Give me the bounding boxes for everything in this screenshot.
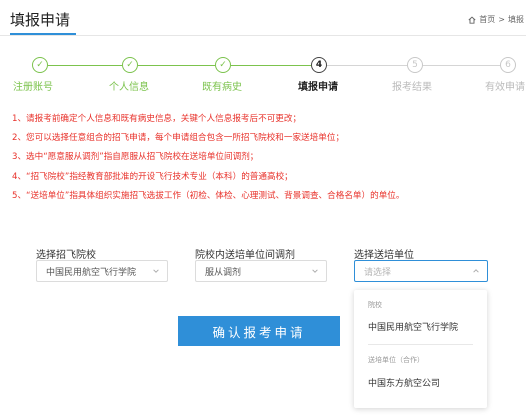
step-connector xyxy=(48,65,122,66)
notice-item: 1、请报考前确定个人信息和既有病史信息，关键个人信息报考后不可更改； xyxy=(12,114,302,124)
step-1-label: 注册账号 xyxy=(13,82,53,93)
title-underline xyxy=(10,33,76,35)
chevron-down-icon xyxy=(153,269,159,273)
home-icon[interactable] xyxy=(468,16,476,24)
step-4-label: 填报申请 xyxy=(298,82,338,93)
dropdown-group-label: 送培单位（合作） xyxy=(368,356,424,364)
step-5-label: 报考结果 xyxy=(392,82,432,93)
progress-steps: ✓ ✓ ✓ 4 5 6 注册账号 个人信息 既有病史 填报申请 报考结果 有效申… xyxy=(0,56,526,96)
breadcrumb: 首页 > 填报 xyxy=(468,14,524,25)
school-select-value: 中国民用航空飞行学院 xyxy=(46,267,137,278)
step-5-circle: 5 xyxy=(407,57,423,73)
unit-label: 选择送培单位 xyxy=(354,250,414,261)
adjust-select-value: 服从调剂 xyxy=(205,267,242,278)
breadcrumb-current: 填报 xyxy=(508,15,524,24)
step-connector xyxy=(231,65,311,66)
chevron-up-icon xyxy=(473,269,479,273)
step-2-check-icon: ✓ xyxy=(122,57,138,73)
adjust-label: 院校内送培单位间调剂 xyxy=(195,250,295,261)
breadcrumb-home[interactable]: 首页 xyxy=(479,14,495,25)
school-select[interactable]: 中国民用航空飞行学院 xyxy=(36,260,168,282)
school-label: 选择招飞院校 xyxy=(36,250,96,261)
dropdown-option[interactable]: 中国民用航空飞行学院 xyxy=(368,320,458,333)
step-3-check-icon: ✓ xyxy=(215,57,231,73)
adjust-select[interactable]: 服从调剂 xyxy=(195,260,327,282)
step-connector xyxy=(327,65,407,66)
step-connector xyxy=(138,65,215,66)
unit-select[interactable]: 请选择 xyxy=(354,260,488,282)
notice-item: 3、选中“愿意服从调剂”指自愿服从招飞院校在送培单位间调剂； xyxy=(12,152,259,163)
chevron-down-icon xyxy=(312,269,318,273)
step-connector xyxy=(423,65,500,66)
notice-item: 5、“送培单位”指具体组织实施招飞选拔工作（初检、体检、心理测试、背景调查、合格… xyxy=(12,190,405,201)
page-header: 填报申请 首页 > 填报 xyxy=(0,0,526,36)
step-6-circle: 6 xyxy=(500,57,516,73)
step-6-label: 有效申请 xyxy=(485,82,525,93)
dropdown-divider xyxy=(368,344,473,345)
notice-list: 1、请报考前确定个人信息和既有病史信息，关键个人信息报考后不可更改； 2、您可以… xyxy=(12,110,522,206)
page-title: 填报申请 xyxy=(10,11,71,29)
notice-item: 4、“招飞院校”指经教育部批准的开设飞行技术专业（本科）的普通高校； xyxy=(12,171,293,182)
unit-select-placeholder: 请选择 xyxy=(364,267,392,278)
step-1-check-icon: ✓ xyxy=(32,57,48,73)
submit-application-button[interactable]: 确认报考申请 xyxy=(178,316,340,346)
notice-item: 2、您可以选择任意组合的招飞申请，每个申请组合包含一所招飞院校和一家送培单位； xyxy=(12,133,345,144)
breadcrumb-separator: > xyxy=(498,15,505,24)
step-2-label: 个人信息 xyxy=(109,82,149,93)
dropdown-option[interactable]: 中国东方航空公司 xyxy=(368,376,440,389)
step-3-label: 既有病史 xyxy=(202,82,242,93)
unit-dropdown-panel: 院校 中国民用航空飞行学院 送培单位（合作） 中国东方航空公司 xyxy=(354,290,487,408)
dropdown-group-label: 院校 xyxy=(368,301,382,309)
step-4-circle: 4 xyxy=(311,57,327,73)
